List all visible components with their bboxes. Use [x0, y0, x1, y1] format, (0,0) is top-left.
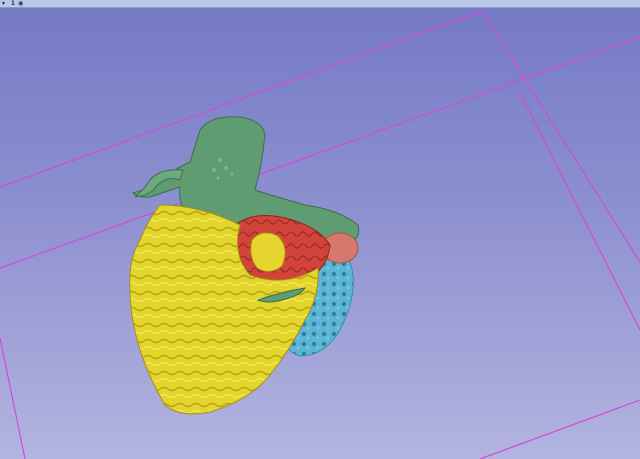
3d-scene[interactable] [0, 0, 640, 459]
valve-segment [250, 232, 286, 272]
3d-view[interactable]: ▾ 1 ◉ [0, 0, 640, 459]
